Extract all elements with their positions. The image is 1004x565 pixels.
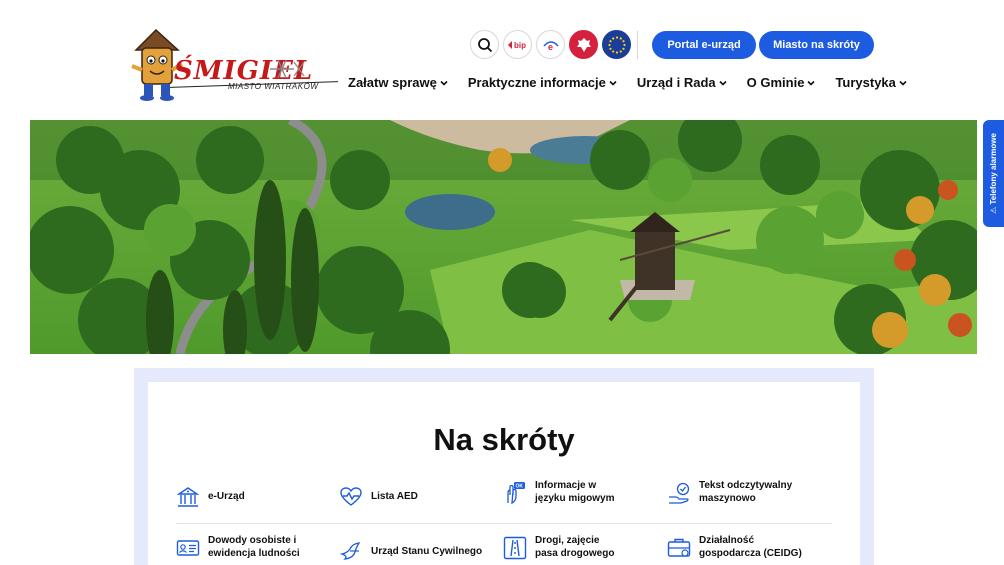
shortcut-label: Urząd Stanu Cywilnego [371, 545, 483, 557]
chevron-down-icon [899, 80, 907, 86]
shortcut-label: języku migowym [535, 492, 615, 504]
nav-item-praktyczne-informacje[interactable]: Praktyczne informacje [468, 75, 617, 90]
emergency-phones-tab[interactable]: ⚠ Telefony alarmowe [983, 120, 1004, 227]
building-icon [176, 487, 200, 507]
road-icon [503, 536, 527, 559]
shortcut-dowody-osobiste[interactable]: Dowody osobiste i ewidencja ludności [176, 535, 300, 560]
shortcut-ceidg[interactable]: Działalność gospodarcza (CEIDG) [667, 535, 802, 560]
header-divider [637, 31, 638, 59]
chevron-down-icon [719, 80, 727, 86]
shortcut-tekst-odczytywalny[interactable]: Tekst odczytywalny maszynowo [667, 480, 792, 505]
shortcut-label-group: Dowody osobiste i ewidencja ludności [208, 535, 300, 560]
nav-item-o-gminie[interactable]: O Gminie [747, 75, 816, 90]
row-divider [176, 523, 832, 524]
header-icon-bar: bip e [470, 30, 631, 59]
nav-item-label: Załatw sprawę [348, 75, 437, 90]
chevron-down-icon [609, 80, 617, 86]
shortcut-lista-aed[interactable]: Lista AED [339, 485, 418, 509]
shortcut-jezyk-migowy[interactable]: OK Informacje w języku migowym [503, 480, 614, 505]
shortcut-label: Tekst odczytywalny [699, 480, 793, 491]
svg-text:e: e [548, 42, 553, 52]
shortcuts-title: Na skróty [433, 422, 575, 457]
shortcut-label-group: Drogi, zajęcie pasa drogowego [535, 535, 614, 560]
shortcut-label-group: Informacje w języku migowym [535, 480, 614, 505]
nav-item-label: O Gminie [746, 75, 805, 90]
nav-item-label: Urząd i Rada [636, 75, 716, 90]
logo-windmill-icon [270, 59, 305, 79]
search-icon[interactable] [470, 30, 499, 59]
shortcuts-card: Na skróty e-Urząd Lista AED OK Informacj… [148, 382, 860, 565]
shortcut-label: maszynowo [699, 492, 756, 504]
shortcut-label: Drogi, zajęcie [535, 535, 600, 546]
doves-icon [339, 542, 361, 560]
shortcuts-section: Na skróty e-Urząd Lista AED OK Informacj… [134, 368, 874, 565]
chevron-down-icon [807, 80, 816, 86]
shortcut-label-group: Tekst odczytywalny maszynowo [699, 480, 792, 505]
site-logo[interactable]: ŚMIGIEL MIASTO WIATRAKÓW [130, 26, 340, 102]
shortcut-label: Działalność [699, 535, 755, 546]
nav-item-label: Turystyka [835, 75, 896, 90]
shortcut-label: e-Urząd [208, 490, 245, 502]
heart-pulse-icon [340, 487, 362, 506]
main-nav: Załatw sprawę Praktyczne informacje Urzą… [348, 75, 927, 90]
svg-text:bip: bip [514, 41, 526, 50]
shortcut-label: gospodarcza (CEIDG) [699, 547, 802, 559]
shortcut-urzad-stanu-cywilnego[interactable]: Urząd Stanu Cywilnego [339, 540, 482, 564]
shortcut-label: ewidencja ludności [208, 547, 300, 559]
shortcut-label-group: Działalność gospodarcza (CEIDG) [699, 535, 802, 560]
briefcase-icon [667, 538, 691, 557]
miasto-na-skroty-button[interactable]: Miasto na skróty [759, 31, 874, 59]
hero-image [30, 120, 977, 354]
nav-item-turystyka[interactable]: Turystyka [835, 75, 907, 90]
portal-e-urzad-button[interactable]: Portal e-urząd [652, 31, 756, 59]
nav-item-urzad-i-rada[interactable]: Urząd i Rada [637, 75, 727, 90]
logo-tagline: MIASTO WIATRAKÓW [228, 82, 319, 91]
emergency-phones-label: ⚠ Telefony alarmowe [989, 133, 999, 214]
eu-flag-icon[interactable] [602, 30, 631, 59]
bip-icon[interactable]: bip [503, 30, 532, 59]
hero-landscape-illustration [30, 120, 977, 354]
readable-text-icon [669, 482, 690, 504]
poland-emblem-icon[interactable] [569, 30, 598, 59]
shortcut-label: Dowody osobiste i [208, 535, 297, 546]
epuap-icon[interactable]: e [536, 30, 565, 59]
nav-item-label: Praktyczne informacje [467, 75, 606, 90]
shortcut-label: pasa drogowego [535, 547, 615, 559]
shortcut-e-urzad[interactable]: e-Urząd [176, 485, 245, 509]
chevron-down-icon [440, 80, 448, 86]
id-card-icon [176, 539, 200, 556]
shortcut-drogi[interactable]: Drogi, zajęcie pasa drogowego [503, 535, 614, 560]
sign-language-icon: OK [507, 481, 525, 504]
nav-item-zalatw-sprawe[interactable]: Załatw sprawę [348, 75, 448, 90]
shortcut-label: Lista AED [371, 490, 418, 502]
shortcut-label: Informacje w [535, 480, 597, 491]
svg-text:OK: OK [516, 483, 524, 489]
